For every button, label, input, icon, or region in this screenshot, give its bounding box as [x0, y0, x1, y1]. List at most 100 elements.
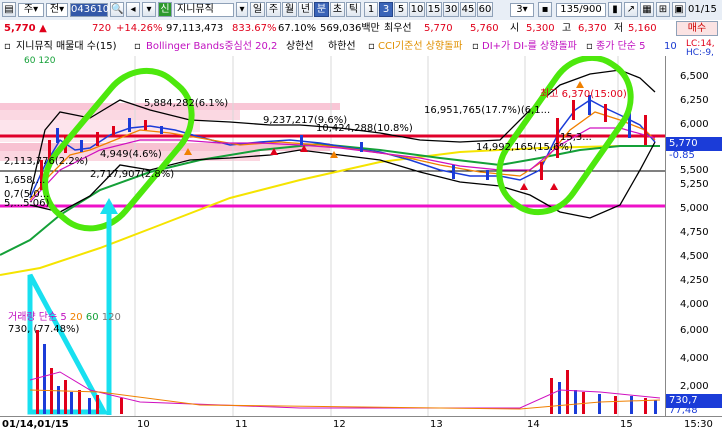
volume-ma5-line [29, 371, 661, 409]
annotation-1: 5,884,282(6.1%) [144, 98, 229, 109]
annotation-4: 16,951,765(17.7%)(6,1... [424, 105, 551, 116]
ma120-line [0, 145, 660, 276]
high-label: 고 [562, 23, 572, 34]
prev-select[interactable]: 전▾ [46, 3, 68, 17]
volume-value: 97,113,473 [166, 23, 224, 34]
y-tick: 6,250 [680, 95, 709, 106]
date-label: 01/15 [688, 4, 717, 15]
interval-value: 3 [516, 4, 523, 15]
count-field[interactable]: 135/900 [556, 3, 606, 17]
low-price: 5,160 [628, 23, 657, 34]
volume-profile-bar [0, 120, 200, 132]
turnover-pct: 67.10% [278, 23, 317, 34]
zoom-icon[interactable]: ⊞ [656, 2, 670, 17]
y-tick: 5,250 [680, 179, 709, 190]
vol-tick: 6,000 [680, 325, 709, 336]
stock-code-input[interactable]: 043610 [70, 3, 109, 17]
legend-lower[interactable]: 하한선 [328, 40, 356, 54]
annotation-6: 4,949(4.6%) [100, 149, 162, 160]
market-label: 주 [23, 4, 34, 15]
stock-dropdown-icon[interactable]: ▾ [236, 2, 248, 17]
annotation-7: 2,717,907(2.8%) [90, 169, 175, 180]
period-month[interactable]: 월 [282, 2, 297, 17]
legend-bollinger[interactable]: Bollinger Bands중심선 20,2 [146, 40, 277, 54]
menu-icon[interactable]: ▤ [2, 2, 16, 17]
period-year[interactable]: 년 [298, 2, 313, 17]
minute-45[interactable]: 45 [460, 2, 476, 17]
lock-icon[interactable]: ▾ [142, 2, 156, 17]
period-day[interactable]: 일 [250, 2, 265, 17]
legend-title[interactable]: 지니뮤직 매물대 수(15) [16, 40, 117, 54]
vol-tick: 2,000 [680, 381, 709, 392]
minute-60[interactable]: 60 [477, 2, 493, 17]
legend-ma[interactable]: 종가 단순 5 [596, 40, 646, 54]
low-label: 저 [614, 23, 624, 34]
x-tick: 11 [235, 419, 248, 430]
price-axis: 6,500 6,250 6,000 5,770 -0.85 5,500 5,25… [665, 56, 722, 416]
x-tick: 15:30 [684, 419, 713, 430]
chart-type-icon[interactable]: ▮ [608, 2, 622, 17]
minute-3[interactable]: 3 [379, 2, 393, 17]
open-label: 시 [510, 23, 520, 34]
y-tick: 4,000 [680, 299, 709, 310]
period-minute[interactable]: 분 [314, 2, 329, 17]
legend-square-icon: ▫ [4, 41, 11, 52]
trade-amount: 569,036백만 [320, 23, 380, 34]
market-select[interactable]: 주▾ [18, 3, 44, 17]
vol-tick: 4,000 [680, 353, 709, 364]
y-tick: 5,500 [680, 165, 709, 176]
draw-tool-icon[interactable]: ↗ [624, 2, 638, 17]
buy-button[interactable]: 매수 [676, 21, 718, 36]
annotation-8: 14,992,165(15.6%) [476, 142, 573, 153]
x-tick: 15 [620, 419, 633, 430]
credit-badge: 신 [158, 2, 172, 17]
high-price: 6,370 [578, 23, 607, 34]
period-tick[interactable]: 틱 [346, 2, 361, 17]
layout-icon[interactable]: ▦ [640, 2, 654, 17]
x-tick: 14 [527, 419, 540, 430]
volume-chart[interactable] [0, 320, 665, 416]
price-change: 720 [92, 23, 112, 34]
apply-icon[interactable]: ▪ [538, 2, 552, 17]
priority-label: 최우선 [384, 23, 412, 34]
volume-bars-down [43, 344, 657, 414]
annotation-12: 5,...5:06) [4, 198, 50, 209]
legend-cci[interactable]: CCI기준선 상향돌파 [378, 40, 463, 54]
calendar-icon[interactable]: ▣ [672, 2, 686, 17]
legend-ma2[interactable]: 10 [664, 40, 677, 54]
interval-select[interactable]: 3▾ [510, 3, 534, 17]
minute-1[interactable]: 1 [364, 2, 378, 17]
annotation-10: 1,658,... [4, 175, 46, 186]
bid-price: 5,760 [470, 23, 499, 34]
x-tick: 10 [137, 419, 150, 430]
last-change: -0.85 [669, 150, 695, 161]
minute-5[interactable]: 5 [394, 2, 408, 17]
x-tick: 12 [333, 419, 346, 430]
x-tick: 01/14,01/15 [2, 419, 69, 430]
legend-dmi[interactable]: DI+가 DI-를 상향돌파 [482, 40, 577, 54]
annotation-5: 2,113,776(2.2%) [4, 156, 89, 167]
legend-upper[interactable]: 상한선 [286, 40, 314, 54]
minute-15[interactable]: 15 [426, 2, 442, 17]
y-tick: 6,500 [680, 71, 709, 82]
period-second[interactable]: 초 [330, 2, 345, 17]
y-tick: 6,000 [680, 119, 709, 130]
annotation-3: 10,424,288(10.8%) [316, 123, 413, 134]
legend-square-icon-5: ▫ [586, 41, 593, 52]
search-icon[interactable]: 🔍 [110, 2, 124, 17]
x-tick: 13 [430, 419, 443, 430]
y-tick: 4,750 [680, 227, 709, 238]
legend-square-icon-2: ▫ [134, 41, 141, 52]
stock-name: 지니뮤직 [174, 3, 234, 17]
high-annotation: 최고 6,370(15:00) [540, 89, 627, 100]
toolbar: ▤ 주▾ 전▾ 043610 🔍 ◂ ▾ 신 지니뮤직 ▾ 일 주 월 년 분 … [0, 0, 722, 21]
period-week[interactable]: 주 [266, 2, 281, 17]
speaker-icon[interactable]: ◂ [126, 2, 140, 17]
minute-10[interactable]: 10 [409, 2, 425, 17]
ask-price: 5,770 [424, 23, 453, 34]
indicator-legend: ▫ 지니뮤직 매물대 수(15) ▫ Bollinger Bands중심선 20… [0, 38, 722, 58]
y-tick: 4,500 [680, 251, 709, 262]
open-price: 5,300 [526, 23, 555, 34]
minute-30[interactable]: 30 [443, 2, 459, 17]
legend-square-icon-3: ▫ [368, 41, 375, 52]
